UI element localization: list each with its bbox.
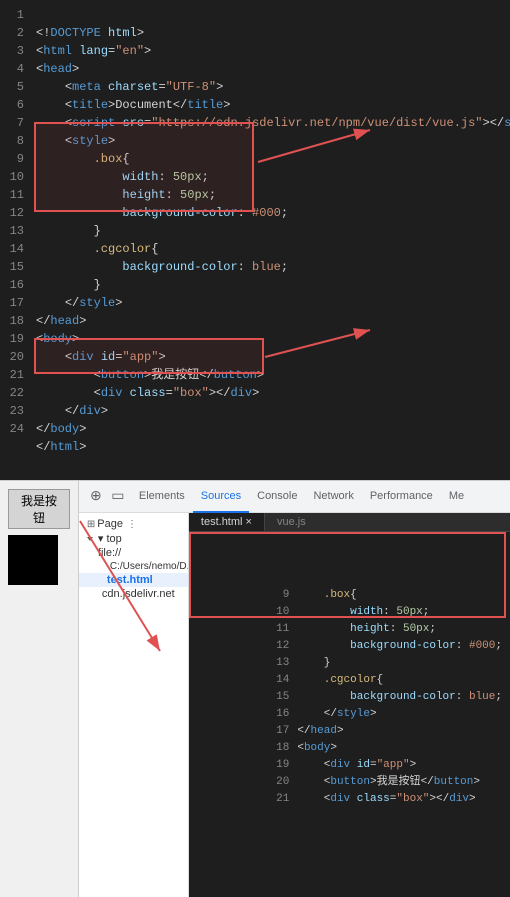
sidebar-page-header[interactable]: ⊞ Page ⋮	[79, 517, 188, 531]
dt-code-lines: .box{ width: 50px; height: 50px; backgro…	[297, 570, 502, 825]
devtools-tabs: Elements Sources Console Network Perform…	[131, 481, 472, 513]
sidebar-cdn[interactable]: cdn.jsdelivr.net	[79, 587, 188, 601]
devtools-toolbar: ⊕ ▭ Elements Sources Console Network Per…	[79, 481, 510, 513]
preview-black-box	[8, 535, 58, 585]
preview-button[interactable]: 我是按钮	[8, 489, 70, 529]
tab-more[interactable]: Me	[441, 481, 472, 513]
editor-code: <!DOCTYPE html> <html lang="en"> <head> …	[28, 0, 510, 480]
file-tabs-bar: test.html × vue.js	[189, 513, 510, 532]
devtools-main: ⊞ Page ⋮ ▾ top file://	[79, 513, 510, 897]
expand-icon-top	[87, 537, 93, 541]
tab-console[interactable]: Console	[249, 481, 305, 513]
preview-pane: 我是按钮	[0, 481, 79, 897]
sidebar-more-icon: ⋮	[127, 519, 137, 530]
devtools-sidebar: ⊞ Page ⋮ ▾ top file://	[79, 513, 189, 897]
tab-performance[interactable]: Performance	[362, 481, 441, 513]
sidebar-page-label: Page	[97, 518, 123, 530]
tab-sources[interactable]: Sources	[193, 481, 249, 513]
dt-line-numbers: 9101112131415161718192021	[197, 570, 297, 825]
sidebar-file-label: file://	[98, 547, 121, 559]
sidebar-test-html[interactable]: test.html	[79, 573, 188, 587]
tab-elements[interactable]: Elements	[131, 481, 193, 513]
cursor-icon[interactable]: ⊕	[87, 488, 105, 506]
sidebar-top[interactable]: ▾ top	[79, 531, 188, 546]
top-editor: 123456789101112131415161718192021222324 …	[0, 0, 510, 480]
sidebar-users-folder[interactable]: C:/Users/nemo/D...	[79, 560, 188, 573]
mobile-icon[interactable]: ▭	[109, 488, 127, 506]
file-tab-vue-js[interactable]: vue.js	[265, 513, 318, 531]
devtools-pane: ⊕ ▭ Elements Sources Console Network Per…	[79, 481, 510, 897]
sidebar-top-label: ▾ top	[98, 532, 122, 545]
file-tab-test-html[interactable]: test.html ×	[189, 513, 265, 531]
devtools-code-area: 9101112131415161718192021 .box{ width: 5…	[189, 532, 510, 897]
page-icon: ⊞	[87, 519, 95, 530]
line-numbers: 123456789101112131415161718192021222324	[0, 0, 28, 480]
sidebar-test-html-label: test.html	[107, 574, 153, 586]
sidebar-cdn-label: cdn.jsdelivr.net	[102, 588, 175, 600]
bottom-area: 我是按钮 ⊕ ▭ Element	[0, 480, 510, 897]
sidebar-file-protocol[interactable]: file://	[79, 546, 188, 560]
sidebar-users-label: C:/Users/nemo/D...	[110, 561, 189, 572]
main-container: 123456789101112131415161718192021222324 …	[0, 0, 510, 561]
tab-network[interactable]: Network	[305, 481, 361, 513]
